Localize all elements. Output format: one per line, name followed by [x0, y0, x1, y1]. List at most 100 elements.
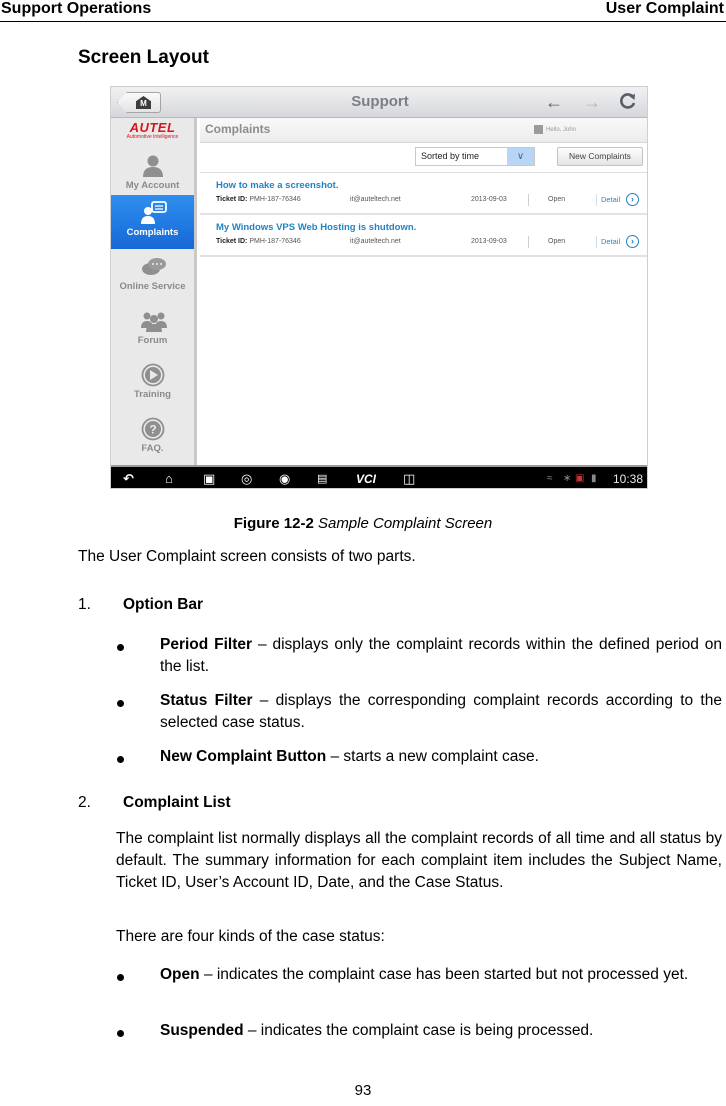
chapter-title: Support Operations — [1, 0, 152, 17]
complaint-list-paragraph: The complaint list normally displays all… — [116, 830, 722, 891]
app-title: Support — [351, 93, 409, 110]
chat-bubbles-icon — [140, 255, 166, 279]
browser-icon[interactable]: ◎ — [241, 470, 252, 488]
bullet-term: Open — [160, 966, 200, 983]
bullet — [117, 644, 124, 651]
sidebar-label: Complaints — [126, 227, 179, 238]
figure-caption: Figure 12-2 Sample Complaint Screen — [0, 515, 726, 532]
section-number: 2. — [78, 794, 91, 811]
home-icon[interactable]: ⌂ — [165, 470, 173, 488]
new-complaint-button[interactable]: New Complaints — [557, 147, 643, 166]
divider — [596, 194, 597, 206]
bullet-term: Status Filter — [160, 692, 253, 709]
running-header: Support Operations User Complaint — [0, 0, 726, 22]
android-system-bar: ↶ ⌂ ▣ ◎ ◉ ▤ VCI ◫ ≈ ∗ ▣ ▮ 10:38 — [111, 465, 647, 488]
account-id: it@auteltech.net — [350, 196, 401, 203]
complaint-subject[interactable]: How to make a screenshot. — [216, 180, 338, 191]
bullet-term: Suspended — [160, 1022, 244, 1039]
complaint-chat-icon — [140, 201, 167, 225]
bullet-term: New Complaint Button — [160, 748, 327, 765]
sidebar-item-faq[interactable]: ? FAQ. — [111, 411, 194, 465]
section-number: 1. — [78, 596, 91, 613]
ticket-id-label: Ticket ID: — [216, 238, 248, 245]
bullet-text: – starts a new complaint case. — [330, 748, 540, 765]
sidebar-label: FAQ. — [141, 443, 164, 454]
divider — [528, 236, 529, 248]
figure-label: Figure 12-2 — [233, 515, 314, 532]
question-icon: ? — [140, 417, 166, 441]
divider — [528, 194, 529, 206]
notification-icon: ▣ — [575, 473, 585, 484]
section-title: Screen Layout — [78, 47, 209, 68]
back-arrow-icon[interactable]: ← — [545, 92, 563, 112]
detail-link[interactable]: Detail — [601, 195, 620, 204]
bullet — [117, 1030, 124, 1037]
sidebar-item-online-service[interactable]: Online Service — [111, 249, 194, 303]
complaint-row[interactable]: My Windows VPS Web Hosting is shutdown. … — [200, 216, 647, 257]
autel-logo: AUTEL Automotive Intelligence — [111, 120, 194, 141]
sidebar-label: My Account — [125, 180, 180, 191]
clock: 10:38 — [612, 472, 643, 486]
sidebar-item-complaints[interactable]: Complaints — [111, 195, 194, 249]
bluetooth-icon: ∗ — [563, 473, 572, 484]
car-icon[interactable]: ◫ — [403, 470, 415, 488]
refresh-icon[interactable] — [619, 92, 637, 114]
battery-icon: ▮ — [591, 473, 597, 484]
sidebar-item-my-account[interactable]: My Account — [111, 148, 194, 202]
case-status: Open — [548, 238, 566, 245]
bullet-term: Period Filter — [160, 636, 253, 653]
complaints-panel: Complaints Hello, John Sorted by time ∨ … — [200, 118, 647, 465]
play-icon — [140, 363, 166, 387]
sidebar-item-forum[interactable]: Forum — [111, 303, 194, 357]
complaint-subject[interactable]: My Windows VPS Web Hosting is shutdown. — [216, 222, 416, 233]
wifi-icon: ≈ — [547, 473, 553, 484]
ticket-id-label: Ticket ID: — [216, 196, 248, 203]
divider — [596, 236, 597, 248]
logo-brand: AUTEL — [129, 120, 176, 135]
sidebar-label: Forum — [137, 335, 168, 346]
chevron-right-circle-icon[interactable]: › — [626, 193, 639, 206]
panel-title: Complaints — [205, 122, 271, 136]
bullet — [117, 756, 124, 763]
bullet-new-complaint: New Complaint Button – starts a new comp… — [160, 746, 722, 768]
bullet-suspended: Suspended – indicates the complaint case… — [160, 1020, 722, 1042]
panel-header: Complaints Hello, John — [200, 118, 647, 143]
logo-tagline: Automotive Intelligence — [126, 134, 179, 140]
page-number: 93 — [354, 1082, 372, 1099]
vci-icon[interactable]: VCI — [356, 470, 376, 488]
ticket-id-value: PMH-187-76346 — [249, 196, 301, 203]
bullet — [117, 974, 124, 981]
avatar-icon — [534, 125, 543, 134]
ticket-id: Ticket ID: PMH-187-76346 — [216, 238, 301, 245]
chevron-down-icon[interactable]: ∨ — [507, 148, 534, 165]
back-icon[interactable]: ↶ — [123, 470, 134, 488]
forward-arrow-icon[interactable]: → — [583, 92, 601, 112]
status-intro: There are four kinds of the case status: — [116, 928, 385, 945]
ticket-id: Ticket ID: PMH-187-76346 — [216, 196, 301, 203]
complaint-row[interactable]: How to make a screenshot. Ticket ID: PMH… — [200, 174, 647, 215]
sidebar-label: Training — [134, 389, 171, 400]
sidebar-item-training[interactable]: Training — [111, 357, 194, 411]
figure-text: Sample Complaint Screen — [317, 515, 493, 532]
bullet-status-filter: Status Filter – displays the correspondi… — [160, 690, 722, 734]
account-id: it@auteltech.net — [350, 238, 401, 245]
sidebar: AUTEL Automotive Intelligence My Account… — [111, 118, 197, 465]
detail-link[interactable]: Detail — [601, 237, 620, 246]
recent-apps-icon[interactable]: ▣ — [203, 470, 215, 488]
section-heading: Option Bar — [123, 596, 204, 613]
bullet-text: – indicates the complaint case has been … — [203, 966, 689, 983]
camera-icon[interactable]: ◉ — [279, 470, 290, 488]
top-bar: M Support ← → — [111, 87, 647, 118]
sidebar-label: Online Service — [119, 281, 186, 292]
intro-paragraph: The User Complaint screen consists of tw… — [78, 548, 416, 565]
complaint-date: 2013-09-03 — [471, 196, 507, 203]
display-icon[interactable]: ▤ — [317, 470, 327, 488]
bullet-text: – indicates the complaint case is being … — [247, 1022, 594, 1039]
case-status: Open — [548, 196, 566, 203]
person-icon — [140, 154, 166, 178]
bullet — [117, 700, 124, 707]
sort-select[interactable]: Sorted by time ∨ — [415, 147, 535, 166]
chevron-right-circle-icon[interactable]: › — [626, 235, 639, 248]
sort-select-value: Sorted by time — [421, 151, 480, 161]
option-bar: Sorted by time ∨ New Complaints — [200, 143, 647, 173]
